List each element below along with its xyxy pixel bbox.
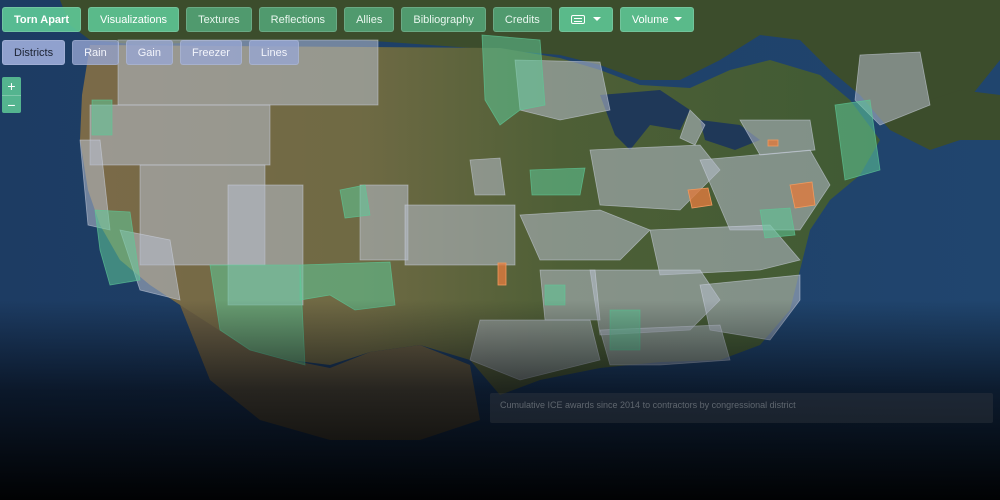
- nav-reflections[interactable]: Reflections: [258, 7, 338, 32]
- map-caption-text: Cumulative ICE awards since 2014 to cont…: [500, 400, 796, 410]
- district-shape[interactable]: [404, 204, 516, 266]
- brand-button[interactable]: Torn Apart: [2, 7, 81, 32]
- map-caption-panel: Cumulative ICE awards since 2014 to cont…: [490, 393, 993, 423]
- layer-districts[interactable]: Districts: [2, 40, 66, 65]
- map-canvas[interactable]: [0, 0, 1000, 500]
- district-hotspot[interactable]: [789, 181, 816, 209]
- layer-freezer[interactable]: Freezer: [179, 40, 242, 65]
- district-highlight[interactable]: [544, 284, 566, 306]
- district-hotspot[interactable]: [687, 187, 713, 209]
- district-highlight[interactable]: [759, 207, 796, 239]
- map-svg: [0, 0, 1000, 500]
- layer-lines[interactable]: Lines: [248, 40, 300, 65]
- layer-gain[interactable]: Gain: [125, 40, 173, 65]
- layer-nav: Districts Rain Gain Freezer Lines: [2, 40, 300, 65]
- zoom-out-button[interactable]: −: [2, 95, 21, 113]
- nav-bibliography[interactable]: Bibliography: [401, 7, 486, 32]
- district-hotspot[interactable]: [497, 262, 507, 286]
- closed-captions-icon: [570, 15, 585, 24]
- district-shape[interactable]: [89, 104, 271, 166]
- nav-credits[interactable]: Credits: [492, 7, 552, 32]
- layer-rain[interactable]: Rain: [72, 40, 119, 65]
- nav-visualizations[interactable]: Visualizations: [88, 7, 180, 32]
- zoom-control: + −: [2, 77, 21, 113]
- zoom-in-button[interactable]: +: [2, 77, 21, 95]
- district-hotspot[interactable]: [767, 139, 779, 147]
- top-nav: Torn Apart Visualizations Textures Refle…: [2, 7, 694, 32]
- district-shape[interactable]: [469, 157, 506, 196]
- nav-textures[interactable]: Textures: [186, 7, 252, 32]
- district-highlight[interactable]: [609, 309, 641, 351]
- nav-allies[interactable]: Allies: [344, 7, 395, 32]
- volume-dropdown-button[interactable]: Volume: [619, 7, 694, 32]
- captions-dropdown-button[interactable]: [558, 7, 613, 32]
- district-highlight[interactable]: [529, 167, 586, 196]
- district-highlight[interactable]: [339, 184, 371, 219]
- district-highlight[interactable]: [91, 99, 113, 136]
